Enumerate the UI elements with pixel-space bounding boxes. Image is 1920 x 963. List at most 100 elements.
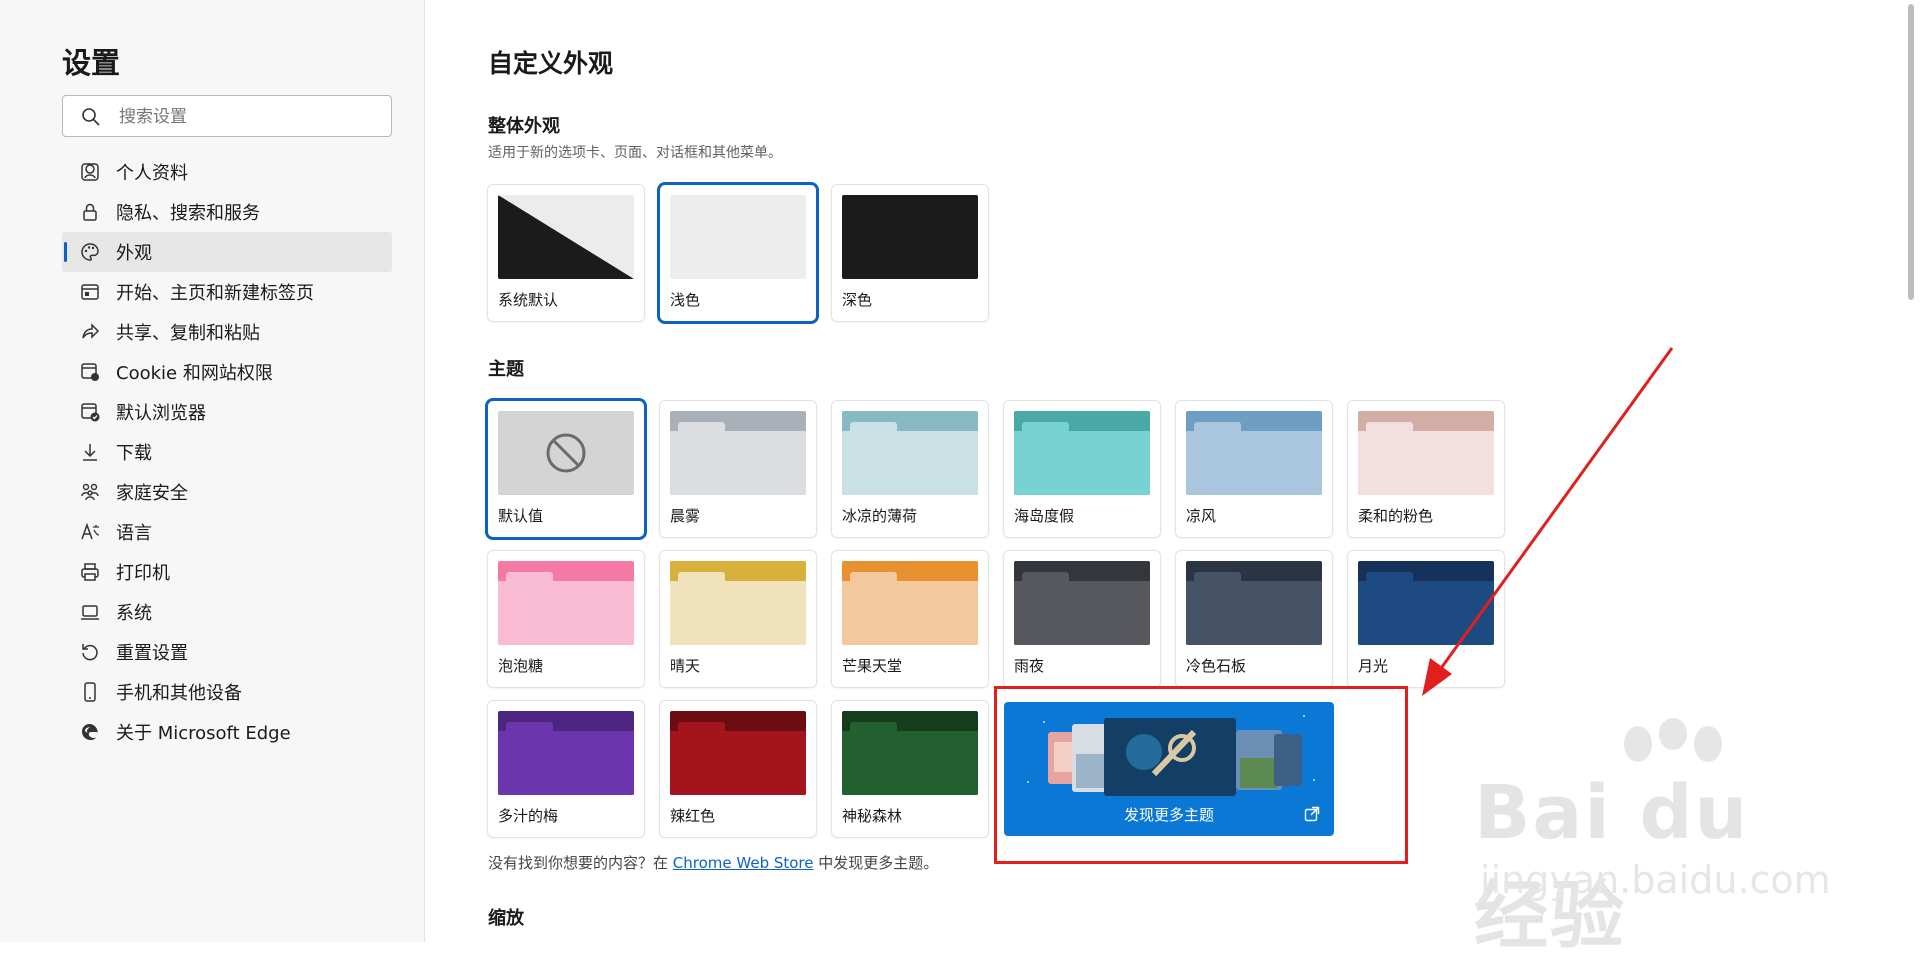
theme-card-8[interactable]: 芒果天堂 (832, 551, 988, 687)
system-icon (78, 600, 102, 624)
download-icon (78, 440, 102, 464)
home-tab-icon (78, 280, 102, 304)
sidebar-item-label: 共享、复制和粘贴 (116, 323, 260, 344)
sidebar-item-4[interactable]: 共享、复制和粘贴 (62, 312, 392, 352)
sidebar-item-label: Cookie 和网站权限 (116, 363, 273, 384)
theme-preview-image (842, 711, 978, 795)
folder-icon (498, 561, 634, 645)
sidebar-item-label: 下载 (116, 443, 152, 464)
folder-icon (670, 711, 806, 795)
theme-label: 神秘森林 (842, 807, 903, 825)
hint-text-before: 没有找到你想要的内容？在 (488, 854, 673, 872)
sidebar-item-2[interactable]: 外观 (62, 232, 392, 272)
appearance-option-label: 深色 (842, 291, 873, 309)
sidebar: 设置 个人资料隐私、搜索和服务外观开始、主页和新建标签页共享、复制和粘贴 Cook… (0, 0, 425, 942)
theme-preview-image (1186, 411, 1322, 495)
theme-label: 辣红色 (670, 807, 716, 825)
theme-label: 晨雾 (670, 507, 701, 525)
scrollbar-thumb[interactable] (1908, 4, 1914, 300)
sidebar-item-label: 外观 (116, 243, 152, 264)
sidebar-item-label: 打印机 (116, 563, 170, 584)
sidebar-item-label: 语言 (116, 523, 152, 544)
folder-icon (1186, 411, 1322, 495)
baidu-watermark: Bai du 经验 jingyan.baidu.com (1468, 718, 1831, 959)
sidebar-item-label: 隐私、搜索和服务 (116, 203, 260, 224)
theme-card-14[interactable]: 神秘森林 (832, 701, 988, 837)
sidebar-item-14[interactable]: 关于 Microsoft Edge (62, 712, 392, 752)
theme-preview-image (1186, 561, 1322, 645)
sidebar-item-8[interactable]: 家庭安全 (62, 472, 392, 512)
cookie-permissions-icon (78, 360, 102, 384)
overall-appearance-desc: 适用于新的选项卡、页面、对话框和其他菜单。 (488, 145, 782, 161)
theme-card-13[interactable]: 辣红色 (660, 701, 816, 837)
overall-appearance-title: 整体外观 (488, 116, 560, 137)
search-box[interactable] (62, 95, 392, 137)
sidebar-item-3[interactable]: 开始、主页和新建标签页 (62, 272, 392, 312)
default-browser-icon (78, 400, 102, 424)
folder-icon (498, 711, 634, 795)
appearance-dark-card[interactable]: 深色 (832, 185, 988, 321)
palette-icon (78, 240, 102, 264)
theme-label: 冰凉的薄荷 (842, 507, 918, 525)
share-icon (78, 320, 102, 344)
theme-preview-image (498, 411, 634, 495)
watermark-sub-text: jingyan.baidu.com (1480, 858, 1831, 902)
printer-icon (78, 560, 102, 584)
theme-label: 晴天 (670, 657, 701, 675)
theme-preview-image (670, 561, 806, 645)
sidebar-item-6[interactable]: 默认浏览器 (62, 392, 392, 432)
themes-title: 主题 (488, 359, 524, 380)
theme-card-7[interactable]: 晴天 (660, 551, 816, 687)
appearance-option-label: 系统默认 (498, 291, 559, 309)
theme-card-2[interactable]: 冰凉的薄荷 (832, 401, 988, 537)
sidebar-item-label: 家庭安全 (116, 483, 188, 504)
search-input[interactable] (117, 102, 381, 132)
sidebar-item-label: 手机和其他设备 (116, 683, 242, 704)
folder-icon (842, 711, 978, 795)
theme-card-4[interactable]: 凉风 (1176, 401, 1332, 537)
theme-card-10[interactable]: 冷色石板 (1176, 551, 1332, 687)
appearance-option-label: 浅色 (670, 291, 701, 309)
chrome-web-store-link[interactable]: Chrome Web Store (673, 854, 814, 872)
appearance-system-default-card[interactable]: 系统默认 (488, 185, 644, 321)
sidebar-item-13[interactable]: 手机和其他设备 (62, 672, 392, 712)
theme-card-0[interactable]: 默认值 (488, 401, 644, 537)
appearance-light-card[interactable]: 浅色 (660, 185, 816, 321)
folder-icon (1014, 411, 1150, 495)
theme-card-3[interactable]: 海岛度假 (1004, 401, 1160, 537)
sidebar-item-9[interactable]: 语言 (62, 512, 392, 552)
sidebar-item-label: 系统 (116, 603, 152, 624)
theme-card-9[interactable]: 雨夜 (1004, 551, 1160, 687)
theme-label: 冷色石板 (1186, 657, 1247, 675)
annotation-arrow (1422, 347, 1674, 696)
theme-label: 默认值 (498, 507, 544, 525)
theme-card-6[interactable]: 泡泡糖 (488, 551, 644, 687)
theme-store-hint: 没有找到你想要的内容？在 Chrome Web Store 中发现更多主题。 (488, 852, 938, 873)
theme-preview-image (1014, 561, 1150, 645)
family-icon (78, 480, 102, 504)
scrollbar[interactable] (1904, 0, 1920, 942)
theme-card-1[interactable]: 晨雾 (660, 401, 816, 537)
appearance-preview-image (670, 195, 806, 279)
sidebar-item-10[interactable]: 打印机 (62, 552, 392, 592)
theme-preview-image (842, 411, 978, 495)
hint-text-after: 中发现更多主题。 (813, 854, 939, 872)
theme-preview-image (670, 411, 806, 495)
sidebar-item-0[interactable]: 个人资料 (62, 152, 392, 192)
sidebar-item-12[interactable]: 重置设置 (62, 632, 392, 672)
theme-label: 泡泡糖 (498, 657, 544, 675)
theme-preview-image (670, 711, 806, 795)
theme-preview-image (498, 711, 634, 795)
folder-icon (1014, 561, 1150, 645)
sidebar-item-label: 默认浏览器 (116, 403, 206, 424)
folder-icon (670, 561, 806, 645)
sidebar-item-5[interactable]: Cookie 和网站权限 (62, 352, 392, 392)
sidebar-item-1[interactable]: 隐私、搜索和服务 (62, 192, 392, 232)
profile-icon (78, 160, 102, 184)
sidebar-item-7[interactable]: 下载 (62, 432, 392, 472)
phone-icon (78, 680, 102, 704)
theme-label: 芒果天堂 (842, 657, 903, 675)
theme-preview-image (498, 561, 634, 645)
sidebar-item-11[interactable]: 系统 (62, 592, 392, 632)
theme-card-12[interactable]: 多汁的梅 (488, 701, 644, 837)
